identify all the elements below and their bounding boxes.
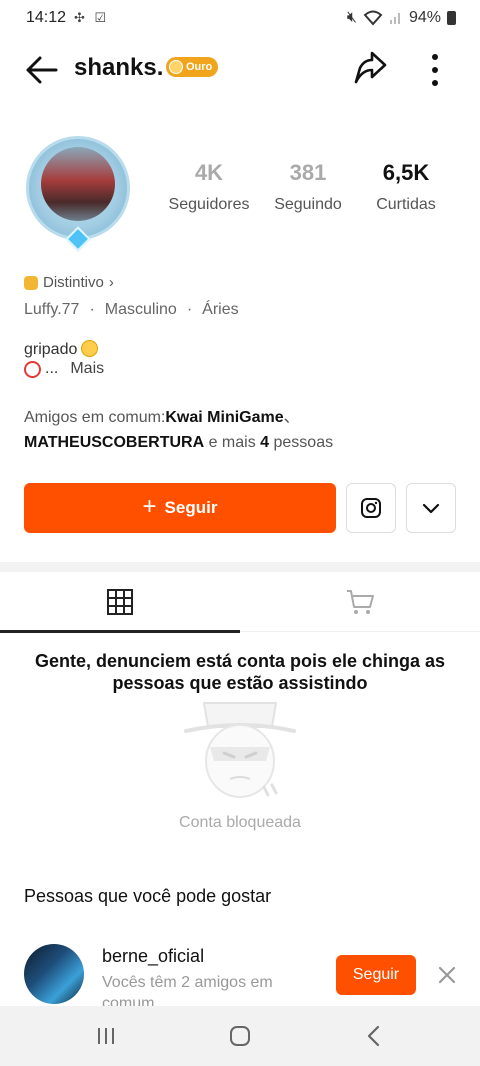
section-divider <box>0 562 480 572</box>
page-title: shanks. <box>74 54 164 81</box>
battery-percent: 94% <box>408 9 441 26</box>
system-back-button[interactable] <box>354 1020 394 1052</box>
mutual-friends-separator: 、 <box>283 409 300 426</box>
more-options-button[interactable] <box>420 48 450 88</box>
mutual-friends[interactable]: Amigos em comum:Kwai MiniGame、 MATHEUSCO… <box>24 405 464 455</box>
mute-icon: 🔇︎ <box>346 9 357 26</box>
close-icon <box>438 966 456 984</box>
likes-label: Curtidas <box>376 196 436 213</box>
follow-button[interactable]: + Seguir <box>24 483 336 533</box>
followers-stat[interactable]: 4K Seguidores <box>166 160 252 214</box>
avatar-frame <box>26 136 130 240</box>
info-zodiac: Áries <box>202 301 239 318</box>
bio-line-2: ... Mais <box>24 360 104 378</box>
status-time: 14:12 <box>26 9 67 26</box>
chevron-right-icon: › <box>108 274 114 291</box>
avatar[interactable] <box>24 944 84 1004</box>
chevron-down-icon <box>422 503 440 514</box>
recent-apps-button[interactable] <box>86 1020 126 1052</box>
recent-apps-icon <box>98 1028 114 1044</box>
home-button[interactable] <box>220 1020 260 1052</box>
suggestions-title: Pessoas que você pode gostar <box>24 886 272 906</box>
home-icon <box>230 1026 250 1046</box>
following-stat[interactable]: 381 Seguindo <box>268 160 348 214</box>
bio-ellipsis: ... <box>45 360 59 377</box>
profile-info: Luffy.77 · Masculino · Áries <box>24 301 239 319</box>
info-separator: · <box>186 301 193 318</box>
blocked-overlay-message: Gente, denunciem está conta pois ele chi… <box>34 651 446 693</box>
blocked-account-label: Conta bloqueada <box>179 814 301 831</box>
status-bar: 14:12 ✣ ☑ 🔇︎ 94% <box>0 0 480 36</box>
mutual-friends-suffix: pessoas <box>269 434 334 451</box>
bio-more-link[interactable]: Mais <box>70 360 104 378</box>
dismiss-suggestion-button[interactable] <box>434 962 460 988</box>
chevron-left-icon <box>367 1025 380 1047</box>
likes-stat: 6,5K Curtidas <box>366 160 446 214</box>
distintivo-link[interactable]: Distintivo › <box>24 274 114 291</box>
bio-text: gripado <box>24 341 78 358</box>
tab-active-indicator <box>0 630 240 633</box>
info-separator: · <box>89 301 95 318</box>
suggestion-name[interactable]: berne_oficial <box>102 946 204 967</box>
tab-posts-grid[interactable] <box>0 572 240 633</box>
instagram-button[interactable] <box>346 483 396 533</box>
profile-avatar[interactable] <box>22 128 136 252</box>
followers-label: Seguidores <box>168 196 250 213</box>
back-button[interactable] <box>22 50 62 90</box>
profile-stats: 4K Seguidores 381 Seguindo 6,5K Curtidas <box>160 160 460 224</box>
mutual-friends-count: 4 <box>260 434 270 451</box>
clown-emoji-icon <box>24 360 41 378</box>
tab-shop[interactable] <box>240 572 480 632</box>
followers-count: 4K <box>194 160 224 185</box>
share-arrow-icon <box>354 51 387 84</box>
avatar-image <box>41 147 115 221</box>
likes-count: 6,5K <box>382 160 430 185</box>
instagram-icon <box>361 498 381 518</box>
plus-icon: + <box>142 493 157 520</box>
ouro-badge-label: Ouro <box>186 61 213 73</box>
kebab-menu-icon <box>432 54 438 86</box>
mutual-friend-2: MATHEUSCOBERTURA <box>24 434 205 451</box>
masked-figure-icon <box>184 702 296 798</box>
signal-icon <box>389 13 400 24</box>
share-button[interactable] <box>350 48 390 88</box>
arrow-left-icon <box>26 56 58 84</box>
status-right: 🔇︎ 94% <box>347 9 456 27</box>
mutual-friend-1: Kwai MiniGame <box>165 409 284 426</box>
suggestions-dropdown-button[interactable] <box>406 483 456 533</box>
notification-icons: ✣ ☑ <box>74 10 110 25</box>
info-nickname: Luffy.77 <box>24 301 80 318</box>
follow-button-label: Seguir <box>164 498 218 517</box>
bio-line-1: gripado <box>24 340 99 359</box>
ouro-badge[interactable]: Ouro <box>166 57 219 77</box>
suggestion-item[interactable]: berne_oficial Vocês têm 2 amigos em comu… <box>0 940 480 1012</box>
content-tabs <box>0 572 480 633</box>
top-bar: shanks. Ouro <box>0 44 480 94</box>
mutual-friends-mid: e mais <box>204 434 261 451</box>
badge-icon <box>24 275 38 290</box>
distintivo-label: Distintivo <box>43 274 104 291</box>
shopping-cart-icon <box>347 590 374 614</box>
grid-icon <box>107 589 133 615</box>
following-count: 381 <box>289 160 327 185</box>
following-label: Seguindo <box>274 196 342 213</box>
blocked-illustration <box>180 695 300 805</box>
info-gender: Masculino <box>104 301 177 318</box>
coin-icon <box>169 60 183 74</box>
wifi-icon <box>363 10 383 26</box>
suggestion-follow-button[interactable]: Seguir <box>336 955 416 995</box>
system-navigation-bar <box>0 1006 480 1066</box>
battery-icon <box>447 11 456 25</box>
mutual-friends-prefix: Amigos em comum: <box>24 409 166 426</box>
sick-face-emoji-icon <box>81 340 99 357</box>
